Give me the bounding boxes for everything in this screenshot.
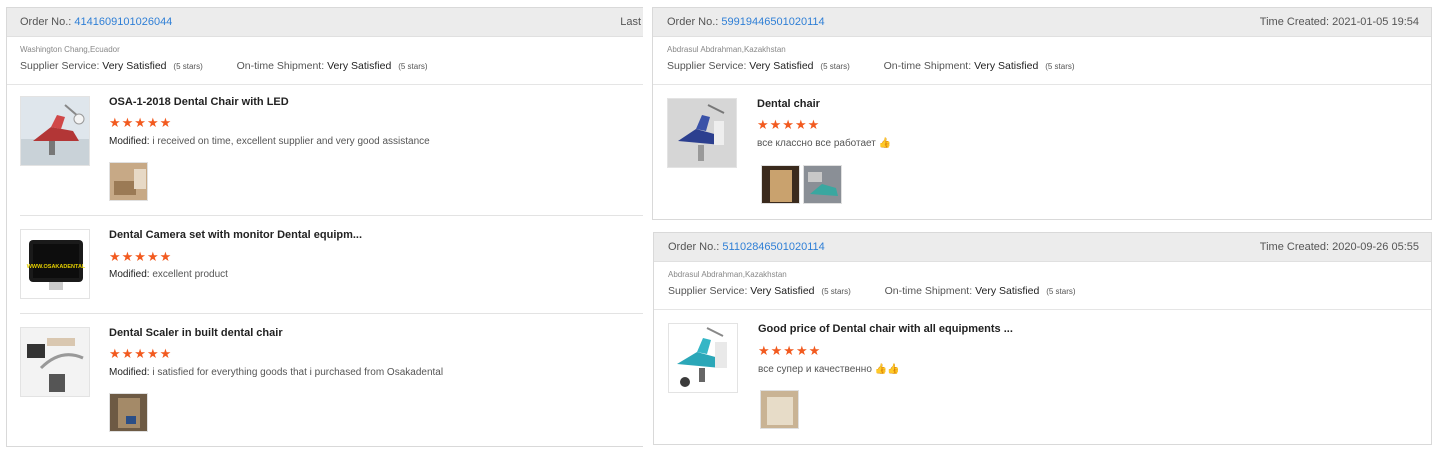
review-photo[interactable]: [761, 165, 800, 204]
order-card: Order No.: 59919446501020114 Time Create…: [652, 7, 1432, 220]
order-number-label: Order No.: 4141609101026044: [20, 16, 173, 28]
product-image[interactable]: [668, 323, 738, 393]
product-image[interactable]: WWW.OSAKADENTAL: [20, 229, 90, 299]
rating-stars: ★★★★★: [757, 117, 821, 132]
review-text: все супер и качественно 👍👍: [758, 364, 900, 375]
order-header: Order No.: 51102846501020114 Time Create…: [654, 233, 1431, 262]
rating-stars: ★★★★★: [109, 115, 173, 130]
service-ratings: Supplier Service: Very Satisfied (5 star…: [20, 60, 428, 72]
divider: [20, 313, 643, 314]
order-number-link[interactable]: 59919446501020114: [721, 16, 824, 28]
divider: [20, 215, 643, 216]
rating-stars: ★★★★★: [109, 346, 173, 361]
product-title[interactable]: Dental Scaler in built dental chair: [109, 327, 283, 339]
review-photo[interactable]: [109, 393, 148, 432]
review-text: все классно все работает 👍: [757, 138, 892, 149]
rating-stars: ★★★★★: [109, 249, 173, 264]
time-created: Time Created: 2021-01-05 19:54: [1259, 16, 1419, 28]
supplier-service-value: Very Satisfied: [750, 285, 815, 297]
product-title[interactable]: Good price of Dental chair with all equi…: [758, 323, 1013, 335]
service-ratings: Supplier Service: Very Satisfied (5 star…: [667, 60, 1075, 72]
review-text: Modified: excellent product: [109, 269, 228, 280]
order-feedback-summary: Abdrasul Abdrahman,Kazakhstan Supplier S…: [654, 262, 1431, 310]
order-card: Order No.: 51102846501020114 Time Create…: [653, 232, 1432, 445]
buyer-name: Abdrasul Abdrahman,Kazakhstan: [668, 270, 787, 279]
order-feedback-summary: Washington Chang,Ecuador Supplier Servic…: [7, 37, 643, 85]
supplier-service-value: Very Satisfied: [102, 60, 167, 72]
product-title[interactable]: OSA-1-2018 Dental Chair with LED: [109, 96, 289, 108]
buyer-name: Abdrasul Abdrahman,Kazakhstan: [667, 45, 786, 54]
product-title[interactable]: Dental chair: [757, 98, 820, 110]
time-created: Last: [620, 16, 641, 28]
product-image[interactable]: [20, 327, 90, 397]
review-photo[interactable]: [803, 165, 842, 204]
shipment-value: Very Satisfied: [975, 285, 1040, 297]
review-photo[interactable]: [109, 162, 148, 201]
order-number-link[interactable]: 4141609101026044: [74, 16, 172, 28]
review-text: Modified: i received on time, excellent …: [109, 136, 430, 147]
order-number-label: Order No.: 51102846501020114: [668, 241, 825, 253]
order-number-label: Order No.: 59919446501020114: [667, 16, 825, 28]
order-card: Order No.: 4141609101026044 Last Washing…: [6, 7, 643, 447]
review-photo[interactable]: [760, 390, 799, 429]
order-header: Order No.: 4141609101026044 Last: [7, 8, 643, 37]
shipment-value: Very Satisfied: [327, 60, 392, 72]
review-text: Modified: i satisfied for everything goo…: [109, 367, 444, 378]
buyer-name: Washington Chang,Ecuador: [20, 45, 120, 54]
order-header: Order No.: 59919446501020114 Time Create…: [653, 8, 1431, 37]
monitor-screen-text: WWW.OSAKADENTAL: [27, 264, 86, 270]
service-ratings: Supplier Service: Very Satisfied (5 star…: [668, 285, 1076, 297]
product-image[interactable]: [667, 98, 737, 168]
order-feedback-summary: Abdrasul Abdrahman,Kazakhstan Supplier S…: [653, 37, 1431, 85]
product-title[interactable]: Dental Camera set with monitor Dental eq…: [109, 229, 362, 241]
supplier-service-value: Very Satisfied: [749, 60, 814, 72]
shipment-value: Very Satisfied: [974, 60, 1039, 72]
time-created: Time Created: 2020-09-26 05:55: [1259, 241, 1419, 253]
order-number-link[interactable]: 51102846501020114: [722, 241, 824, 253]
product-image[interactable]: [20, 96, 90, 166]
rating-stars: ★★★★★: [758, 343, 822, 358]
